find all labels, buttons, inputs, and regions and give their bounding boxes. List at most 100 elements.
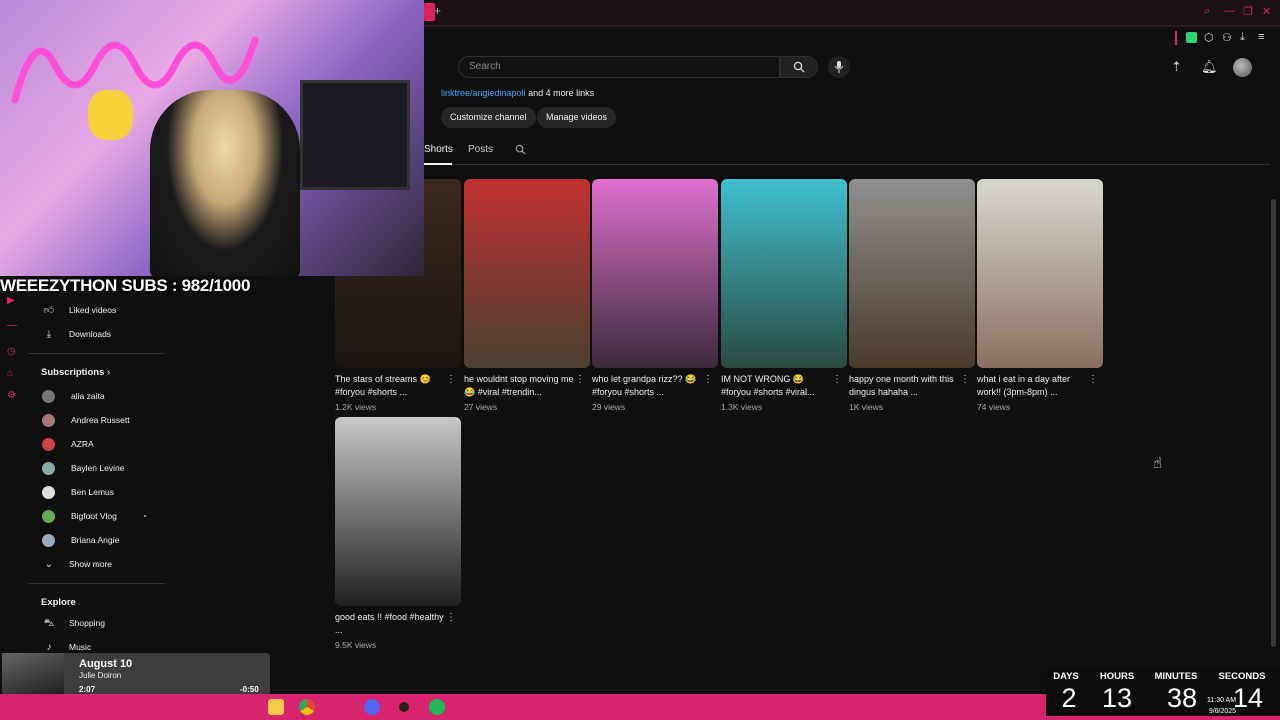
active-tab-indicator [424,163,452,165]
sidebar-item-sub[interactable]: Bigfoot Vlog [40,506,146,526]
countdown-label-days: DAYS [1053,671,1079,682]
short-title[interactable]: The stars of streams 😊 #foryou #shorts .… [335,373,445,399]
create-upload-icon[interactable]: ⇡ [1171,59,1182,75]
system-clock[interactable]: 11:30 AM 9/6/2025 [1207,695,1236,717]
short-title[interactable]: who let grandpa rizz?? 😂 #foryou #shorts… [592,373,702,399]
short-views: 1.3K views [721,402,763,412]
countdown-hours: 13 [1101,683,1133,713]
countdown-label-hours: HOURS [1099,671,1135,682]
sidebar-item-sub[interactable]: Baylen Levine [40,458,124,478]
sidebar-item-downloads[interactable]: ⤓ Downloads [40,324,111,344]
new-tab-button[interactable]: + [434,4,441,18]
more-actions-icon[interactable]: ⋮ [446,612,456,623]
download-icon[interactable]: ⤓ [1240,31,1245,44]
channel-link[interactable]: linktree/angiedinapoli [441,88,526,98]
sidebar-item-label: Bigfoot Vlog [71,511,117,521]
sidebar-item-label: Ben Lemus [71,487,114,497]
short-thumbnail[interactable] [335,417,461,606]
extension-icon[interactable] [1186,32,1197,43]
short-views: 29 views [592,402,626,412]
maximize-icon[interactable]: ❐ [1243,5,1253,18]
short-thumbnail[interactable] [592,179,718,368]
account-avatar[interactable] [1233,58,1252,77]
sidebar-item-shopping[interactable]: ⛍ Shopping [40,613,105,633]
track-title: August 10 [79,658,133,670]
file-explorer-icon[interactable] [268,699,284,715]
channel-search-icon[interactable] [515,144,526,155]
search-input[interactable]: Search [458,56,780,78]
avatar [42,486,55,500]
close-icon[interactable]: ✕ [1262,5,1271,18]
short-title[interactable]: IM NOT WRONG 😂 #foryou #shorts #viral... [721,373,831,399]
short-thumbnail[interactable] [977,179,1103,368]
avatar [42,414,55,428]
manage-videos-button[interactable]: Manage videos [537,107,617,128]
subscriptions-heading[interactable]: Subscriptions › [41,367,110,378]
rail-gaming-icon[interactable]: ⌂ [7,368,21,382]
more-actions-icon[interactable]: ⋮ [575,374,585,385]
page-scrollbar[interactable] [1271,199,1276,647]
track-elapsed: 2:07 [79,685,96,694]
menu-icon[interactable]: ≡ [1258,31,1264,43]
mic-icon [834,61,844,73]
sidebar-item-sub[interactable]: Andrea Russett [40,410,130,430]
rail-play-icon[interactable]: ▶︎ [7,295,21,309]
short-title[interactable]: good eats !! #food #healthy ... [335,611,445,637]
obs-icon[interactable] [396,699,412,715]
short-thumbnail[interactable] [721,179,847,368]
shopping-bag-icon: ⛍ [43,618,55,629]
profile-icon[interactable]: ⚇ [1222,31,1232,44]
countdown-label-seconds: SECONDS [1218,671,1266,682]
short-title[interactable]: happy one month with this dingus hahaha … [849,373,959,399]
streamer-image [150,90,300,276]
short-views: 74 views [977,402,1011,412]
more-links-text[interactable]: and 4 more links [528,88,594,98]
hand-cursor-icon: ☝︎ [1153,455,1163,472]
address-bar[interactable] [424,27,1280,47]
discord-icon[interactable] [364,699,380,715]
more-actions-icon[interactable]: ⋮ [960,374,970,385]
search-tabs-icon[interactable]: ⌕ [1204,5,1210,18]
more-actions-icon[interactable]: ⋮ [446,374,456,385]
tabs-divider [424,164,1270,165]
sidebar-item-label: Baylen Levine [71,463,125,473]
spotify-icon[interactable] [429,699,445,715]
rail-history-icon[interactable]: ◷ [7,346,21,360]
countdown-days: 2 [1061,683,1077,713]
clock-date: 9/6/2025 [1208,708,1237,715]
notifications-bell-icon[interactable]: 🔔︎ [1201,59,1218,75]
more-actions-icon[interactable]: ⋮ [703,374,713,385]
explore-heading: Explore [41,597,76,608]
short-title[interactable]: what i eat in a day after work!! (3pm-8p… [977,373,1087,399]
customize-channel-button[interactable]: Customize channel [441,107,536,128]
tab-shorts[interactable]: Shorts [424,144,453,155]
short-thumbnail[interactable] [849,179,975,368]
short-views: 1K views [849,402,884,412]
chrome-icon[interactable] [299,699,315,715]
voice-search-button[interactable] [828,56,850,78]
sidebar-item-sub[interactable]: alia zaita [40,386,105,406]
rail-watch-later-icon[interactable]: — [7,320,21,334]
sidebar-item-sub[interactable]: AZRA [40,434,94,454]
short-title[interactable]: he wouldnt stop moving me 😂 #viral #tren… [464,373,574,399]
download-icon: ⤓ [46,329,52,340]
sidebar-item-sub[interactable]: Ben Lemus [40,482,114,502]
sidebar-item-liked[interactable]: 👍︎ Liked videos [40,300,117,320]
sidebar-item-show-more[interactable]: ⌄ Show more [40,554,112,574]
plush-image [88,90,133,140]
sidebar-item-sub[interactable]: Briana Angie [40,530,119,550]
more-actions-icon[interactable]: ⋮ [832,374,842,385]
track-artist: Julie Doiron [79,671,122,680]
rail-settings-icon[interactable]: ⚙︎ [7,390,21,404]
channel-links: linktree/angiedinapoli and 4 more links [441,88,594,98]
minimize-icon[interactable]: — [1224,5,1235,17]
clock-time: 11:30 AM [1207,697,1237,704]
extensions-icon[interactable]: ⬡ [1204,31,1214,44]
tab-posts[interactable]: Posts [468,144,493,155]
search-button[interactable] [780,56,818,78]
short-thumbnail[interactable] [464,179,590,368]
monitor-image [300,80,410,190]
countdown-label-minutes: MINUTES [1154,671,1198,682]
more-actions-icon[interactable]: ⋮ [1088,374,1098,385]
sidebar-item-label: Liked videos [69,305,117,315]
